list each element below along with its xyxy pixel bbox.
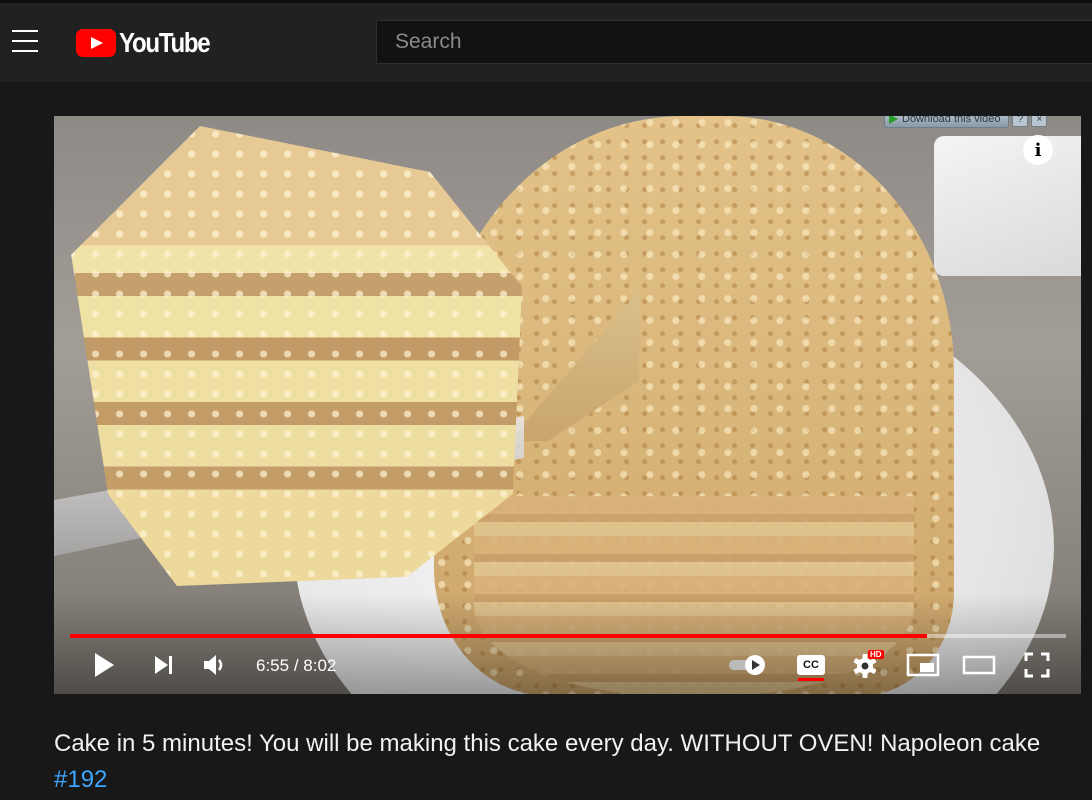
download-bar: Download this video ? × (884, 116, 1081, 129)
fullscreen-button[interactable] (1020, 648, 1054, 682)
fullscreen-icon (1024, 652, 1050, 678)
autoplay-toggle[interactable] (726, 648, 770, 682)
progress-played (70, 634, 928, 638)
info-icon[interactable]: i (1023, 135, 1053, 165)
captions-label: CC (803, 659, 819, 671)
play-button[interactable] (90, 648, 118, 682)
youtube-play-icon (76, 29, 116, 57)
miniplayer-button[interactable] (904, 648, 942, 682)
next-button[interactable] (150, 648, 178, 682)
hd-badge: HD (868, 650, 884, 659)
video-player[interactable]: Download this video ? × i 6:55 / 8:02 CC (54, 116, 1081, 694)
next-icon (155, 656, 172, 674)
theater-mode-icon (962, 655, 996, 675)
youtube-logo[interactable]: YouTube (76, 27, 224, 59)
top-bar: YouTube (0, 0, 1092, 82)
download-video-button[interactable]: Download this video (884, 116, 1010, 128)
search-box[interactable] (376, 20, 1092, 64)
time-display: 6:55 / 8:02 (256, 656, 336, 676)
top-edge (0, 0, 1092, 3)
play-icon (95, 653, 114, 677)
volume-icon (204, 655, 223, 675)
video-title: Cake in 5 minutes! You will be making th… (54, 726, 1092, 798)
autoplay-toggle-icon (729, 655, 765, 675)
duration: 8:02 (303, 656, 337, 675)
download-help-button[interactable]: ? (1012, 116, 1029, 127)
volume-button[interactable] (200, 648, 230, 682)
download-close-button[interactable]: × (1031, 116, 1048, 127)
current-time: 6:55 (256, 656, 290, 675)
theater-mode-button[interactable] (960, 648, 998, 682)
video-title-text: Cake in 5 minutes! You will be making th… (54, 730, 1041, 757)
settings-button[interactable]: HD (850, 648, 884, 682)
captions-button[interactable]: CC (794, 648, 828, 682)
captions-icon: CC (797, 655, 825, 681)
hashtag-link[interactable]: #192 (54, 766, 107, 793)
captions-active-indicator (798, 678, 824, 681)
download-label: Download this video (902, 116, 1001, 125)
brand-wordmark: YouTube (119, 27, 211, 58)
search-input[interactable] (377, 21, 1092, 63)
time-separator: / (289, 656, 304, 675)
download-play-icon (889, 116, 898, 124)
miniplayer-icon (906, 653, 940, 677)
hamburger-menu-icon[interactable] (12, 30, 38, 52)
progress-bar[interactable] (70, 634, 1066, 638)
